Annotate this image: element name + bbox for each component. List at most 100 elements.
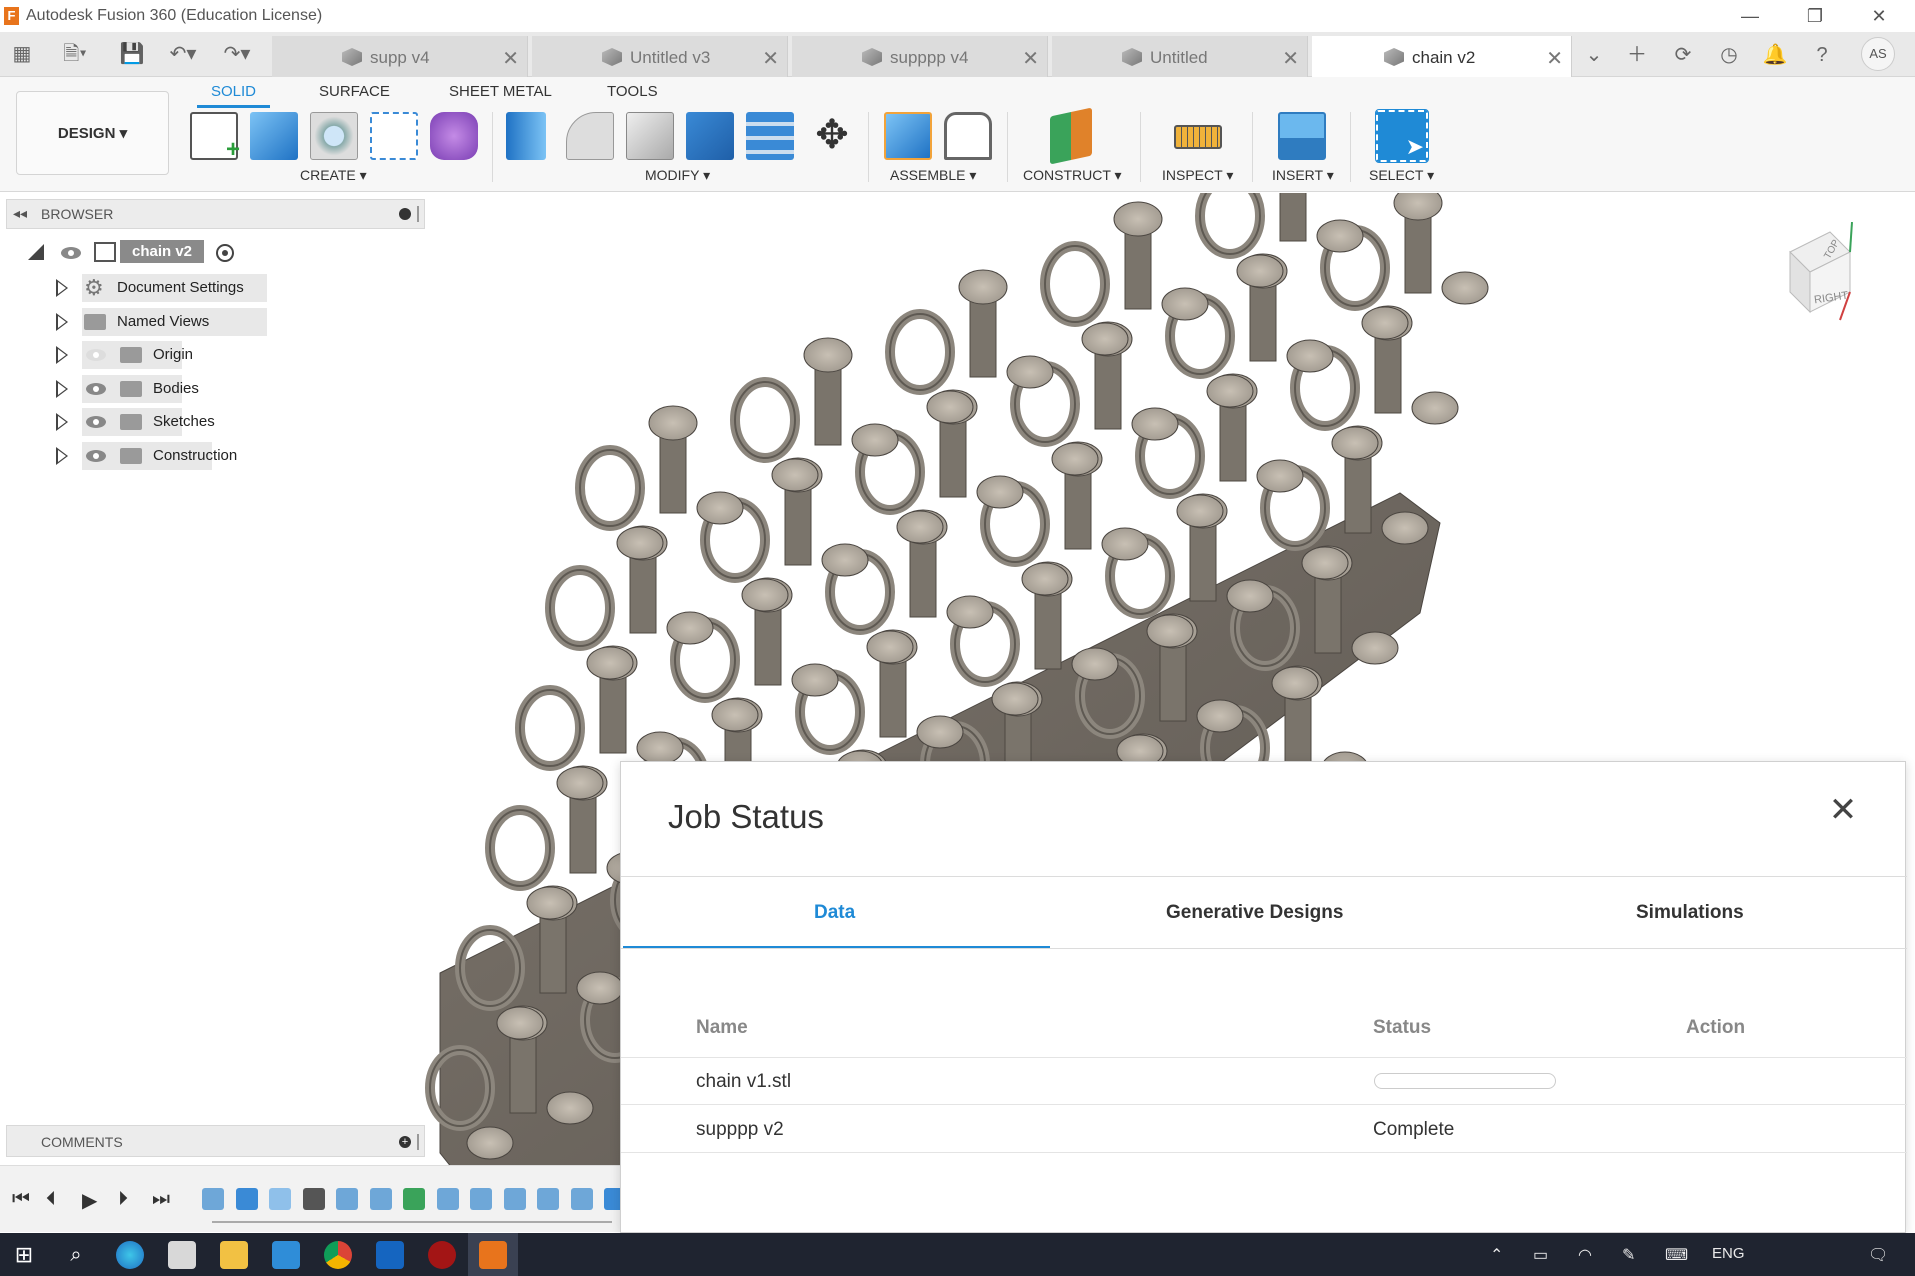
shell-icon[interactable]	[626, 112, 674, 160]
comments-panel-header[interactable]: COMMENTS +	[6, 1125, 425, 1157]
windows-start-icon[interactable]: ⊞	[10, 1241, 38, 1269]
file-menu-icon[interactable]: 🗎▾	[55, 41, 95, 67]
redo-icon[interactable]: ↷▾	[217, 41, 257, 67]
language-indicator[interactable]: ENG	[1712, 1245, 1745, 1262]
measure-icon[interactable]	[1174, 125, 1222, 149]
combine-icon[interactable]	[686, 112, 734, 160]
move-copy-icon[interactable]: ✥	[808, 112, 856, 160]
notifications-bell-icon[interactable]: 🔔	[1759, 40, 1791, 70]
visibility-eye-icon[interactable]	[86, 416, 106, 428]
minimize-button[interactable]: —	[1727, 2, 1773, 30]
expand-triangle-icon[interactable]	[56, 446, 68, 465]
edge-browser-icon[interactable]	[116, 1241, 144, 1269]
visibility-eye-icon[interactable]	[86, 382, 106, 395]
browser-item-origin[interactable]: Origin	[0, 341, 420, 369]
tab-overflow-chevron-icon[interactable]: ⌄	[1578, 40, 1610, 70]
tab-data[interactable]: Data	[814, 902, 855, 924]
create-form-icon[interactable]	[430, 112, 478, 160]
browser-panel-header[interactable]: ◂◂ BROWSER	[6, 199, 425, 229]
step-back-icon[interactable]: ⏴	[46, 1188, 56, 1211]
split-body-icon[interactable]	[746, 112, 794, 160]
root-expanded-icon[interactable]	[28, 244, 44, 260]
select-arrow-icon[interactable]: ➤	[1375, 109, 1429, 163]
tab-generative-designs[interactable]: Generative Designs	[1166, 902, 1343, 924]
tab-sheet-metal[interactable]: SHEET METAL	[449, 83, 552, 100]
notification-center-icon[interactable]: 🗨	[1868, 1245, 1888, 1265]
fillet-icon[interactable]	[566, 112, 614, 160]
doc-tab-supppp-v4[interactable]: supppp v4 ✕	[792, 36, 1048, 77]
rectangular-pattern-icon[interactable]	[370, 112, 418, 160]
tab-simulations[interactable]: Simulations	[1636, 902, 1744, 924]
minimize-panel-icon[interactable]	[399, 208, 411, 220]
undo-icon[interactable]: ↶▾	[163, 41, 203, 67]
doc-tab-untitled-v3[interactable]: Untitled v3 ✕	[532, 36, 788, 77]
timeline-feature-icon[interactable]	[202, 1188, 224, 1210]
activate-radio-icon[interactable]	[216, 244, 234, 262]
app-info-icon[interactable]	[428, 1241, 456, 1269]
timeline-feature-icon[interactable]	[570, 1188, 593, 1210]
view-cube[interactable]: TOP RIGHT	[1780, 221, 1860, 322]
select-menu[interactable]: SELECT ▾	[1369, 167, 1434, 184]
add-comment-icon[interactable]: +	[399, 1136, 411, 1148]
timeline-feature-icon[interactable]	[369, 1188, 392, 1210]
file-explorer-icon[interactable]	[220, 1241, 248, 1269]
job-status-clock-icon[interactable]: ◷	[1713, 40, 1745, 70]
go-to-start-icon[interactable]: ⏮	[12, 1188, 30, 1211]
go-to-end-icon[interactable]: ⏭	[152, 1188, 170, 1211]
close-tab-icon[interactable]: ✕	[1022, 46, 1039, 71]
user-avatar[interactable]: AS	[1861, 37, 1895, 71]
expand-triangle-icon[interactable]	[56, 379, 68, 398]
close-tab-icon[interactable]: ✕	[1282, 46, 1299, 71]
search-icon[interactable]: ⌕	[62, 1241, 90, 1269]
fusion-360-icon[interactable]	[479, 1241, 507, 1269]
revolve-hole-icon[interactable]	[310, 112, 358, 160]
panel-grip-icon[interactable]	[417, 206, 419, 222]
visibility-eye-icon[interactable]	[86, 449, 106, 462]
assemble-menu[interactable]: ASSEMBLE ▾	[890, 167, 976, 184]
timeline-feature-icon[interactable]	[436, 1188, 459, 1210]
expand-triangle-icon[interactable]	[56, 312, 68, 331]
outlook-icon[interactable]	[376, 1241, 404, 1269]
tab-tools[interactable]: TOOLS	[607, 83, 658, 100]
joint-icon[interactable]	[944, 112, 992, 160]
help-icon[interactable]: ?	[1806, 40, 1838, 70]
press-pull-icon[interactable]	[506, 112, 546, 160]
browser-item-sketches[interactable]: Sketches	[0, 408, 420, 436]
pen-icon[interactable]: ✎	[1622, 1245, 1635, 1265]
browser-item-named-views[interactable]: Named Views	[0, 307, 420, 336]
keyboard-icon[interactable]: ⌨	[1665, 1245, 1688, 1265]
battery-icon[interactable]: ▭	[1533, 1245, 1548, 1265]
close-tab-icon[interactable]: ✕	[502, 46, 519, 71]
step-forward-icon[interactable]: ⏵	[118, 1188, 128, 1211]
save-icon[interactable]: 💾	[118, 41, 146, 67]
browser-item-document-settings[interactable]: ⚙ Document Settings	[0, 274, 420, 302]
expand-triangle-icon[interactable]	[56, 413, 68, 431]
hidden-eye-icon[interactable]	[86, 349, 106, 361]
expand-triangle-icon[interactable]	[56, 346, 68, 364]
offset-plane-icon[interactable]	[1050, 107, 1092, 165]
restore-button[interactable]: ❐	[1792, 2, 1838, 30]
timeline-feature-icon[interactable]	[537, 1188, 559, 1210]
doc-tab-untitled[interactable]: Untitled ✕	[1052, 36, 1308, 77]
inspect-menu[interactable]: INSPECT ▾	[1162, 167, 1233, 184]
timeline-track[interactable]	[212, 1221, 612, 1223]
panel-grip-icon[interactable]	[417, 1134, 419, 1150]
play-icon[interactable]: ▶	[82, 1188, 97, 1213]
tab-solid[interactable]: SOLID	[196, 83, 271, 108]
browser-item-construction[interactable]: Construction	[0, 441, 420, 470]
data-panel-grid-icon[interactable]: ▦	[8, 41, 36, 67]
close-tab-icon[interactable]: ✕	[762, 46, 779, 71]
timeline-feature-icon[interactable]	[302, 1188, 325, 1210]
timeline-feature-icon[interactable]	[235, 1188, 258, 1210]
new-component-icon[interactable]	[884, 112, 932, 160]
browser-root-chain-v2[interactable]: chain v2	[120, 240, 205, 263]
timeline-feature-icon[interactable]	[470, 1188, 492, 1210]
doc-tab-supp-v4[interactable]: supp v4 ✕	[272, 36, 528, 77]
browser-item-bodies[interactable]: Bodies	[0, 374, 420, 403]
visibility-eye-icon[interactable]	[61, 247, 81, 259]
mail-icon[interactable]	[272, 1241, 300, 1269]
extrude-icon[interactable]	[250, 112, 298, 160]
timeline-feature-icon[interactable]	[503, 1188, 526, 1210]
wifi-icon[interactable]: ◠	[1578, 1245, 1592, 1265]
chrome-icon[interactable]	[324, 1241, 352, 1269]
